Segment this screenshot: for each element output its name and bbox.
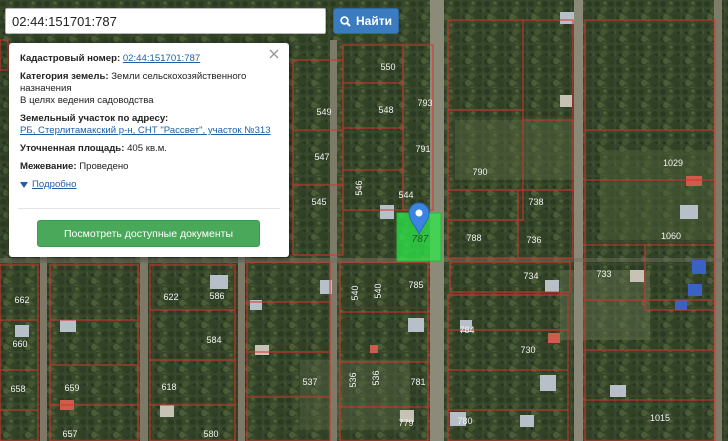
area-label: Уточненная площадь: [20,143,125,154]
parcel-number-label: 550 [380,62,395,72]
view-documents-button[interactable]: Посмотреть доступные документы [37,220,260,247]
parcel-info-popup: Кадастровый номер: 02:44:151701:787 Кате… [9,43,289,257]
close-icon[interactable] [268,48,280,60]
parcel-number-label: 545 [311,197,326,207]
address-row: Земельный участок по адресу: РБ, Стерлит… [20,113,278,137]
more-details-toggle[interactable]: Подробно [20,179,278,191]
parcel-number-label: 734 [523,271,538,281]
parcel-number-label: 1015 [650,413,670,423]
parcel-number-label: 738 [528,197,543,207]
cadastral-number-link[interactable]: 02:44:151701:787 [123,53,200,64]
search-button-label: Найти [356,14,392,28]
parcel-number-label: 544 [398,190,413,200]
cadastral-row: Кадастровый номер: 02:44:151701:787 [20,53,278,65]
parcel-number-label: 659 [64,383,79,393]
parcel-number-label: 785 [408,280,423,290]
parcel-number-label: 537 [302,377,317,387]
category-purpose: В целях ведения садоводства [20,95,154,106]
parcel-number-label: 784 [459,325,474,335]
parcel-number-label: 657 [62,429,77,439]
parcel-number-label: 580 [203,429,218,439]
parcel-number-label: 540 [350,285,360,300]
survey-label: Межевание: [20,161,77,172]
parcel-number-label: 791 [415,144,430,154]
selected-parcel-label: 787 [412,234,429,245]
survey-value: Проведено [79,161,129,172]
search-input[interactable] [5,8,326,34]
cadastral-label: Кадастровый номер: [20,53,121,64]
search-button[interactable]: Найти [333,8,399,34]
area-row: Уточненная площадь: 405 кв.м. [20,143,278,155]
parcel-number-label: 549 [316,107,331,117]
parcel-number-label: 658 [10,384,25,394]
parcel-number-label: 779 [398,418,413,428]
parcel-number-label: 540 [373,283,383,298]
parcel-number-label: 547 [314,152,329,162]
parcel-number-label: 662 [14,295,29,305]
parcel-number-label: 730 [520,345,535,355]
parcel-number-label: 788 [466,233,481,243]
parcel-number-label: 536 [371,370,381,385]
parcel-number-label: 548 [378,105,393,115]
parcel-number-label: 736 [526,235,541,245]
parcel-number-label: 781 [410,377,425,387]
caret-down-icon [20,182,28,188]
parcel-number-label: 793 [417,98,432,108]
popup-divider [18,208,280,209]
parcel-number-label: 586 [209,291,224,301]
parcel-number-label: 546 [354,180,364,195]
address-link[interactable]: РБ, Стерлитамакский р-н, СНТ "Рассвет", … [20,125,271,136]
area-value: 405 кв.м. [127,143,167,154]
survey-row: Межевание: Проведено [20,161,278,173]
parcel-number-label: 1060 [661,231,681,241]
search-bar: Найти [5,8,399,34]
parcel-number-label: 660 [12,339,27,349]
category-row: Категория земель: Земли сельскохозяйстве… [20,71,278,107]
parcel-number-label: 622 [163,292,178,302]
parcel-number-label: 536 [348,372,358,387]
more-details-link[interactable]: Подробно [32,179,76,191]
parcel-number-label: 780 [457,416,472,426]
category-label: Категория земель: [20,71,109,82]
parcel-number-label: 618 [161,382,176,392]
parcel-number-label: 733 [596,269,611,279]
search-icon [340,15,351,27]
parcel-number-label: 1029 [663,158,683,168]
address-label: Земельный участок по адресу: [20,113,169,124]
parcel-number-label: 790 [472,167,487,177]
parcel-number-label: 584 [206,335,221,345]
